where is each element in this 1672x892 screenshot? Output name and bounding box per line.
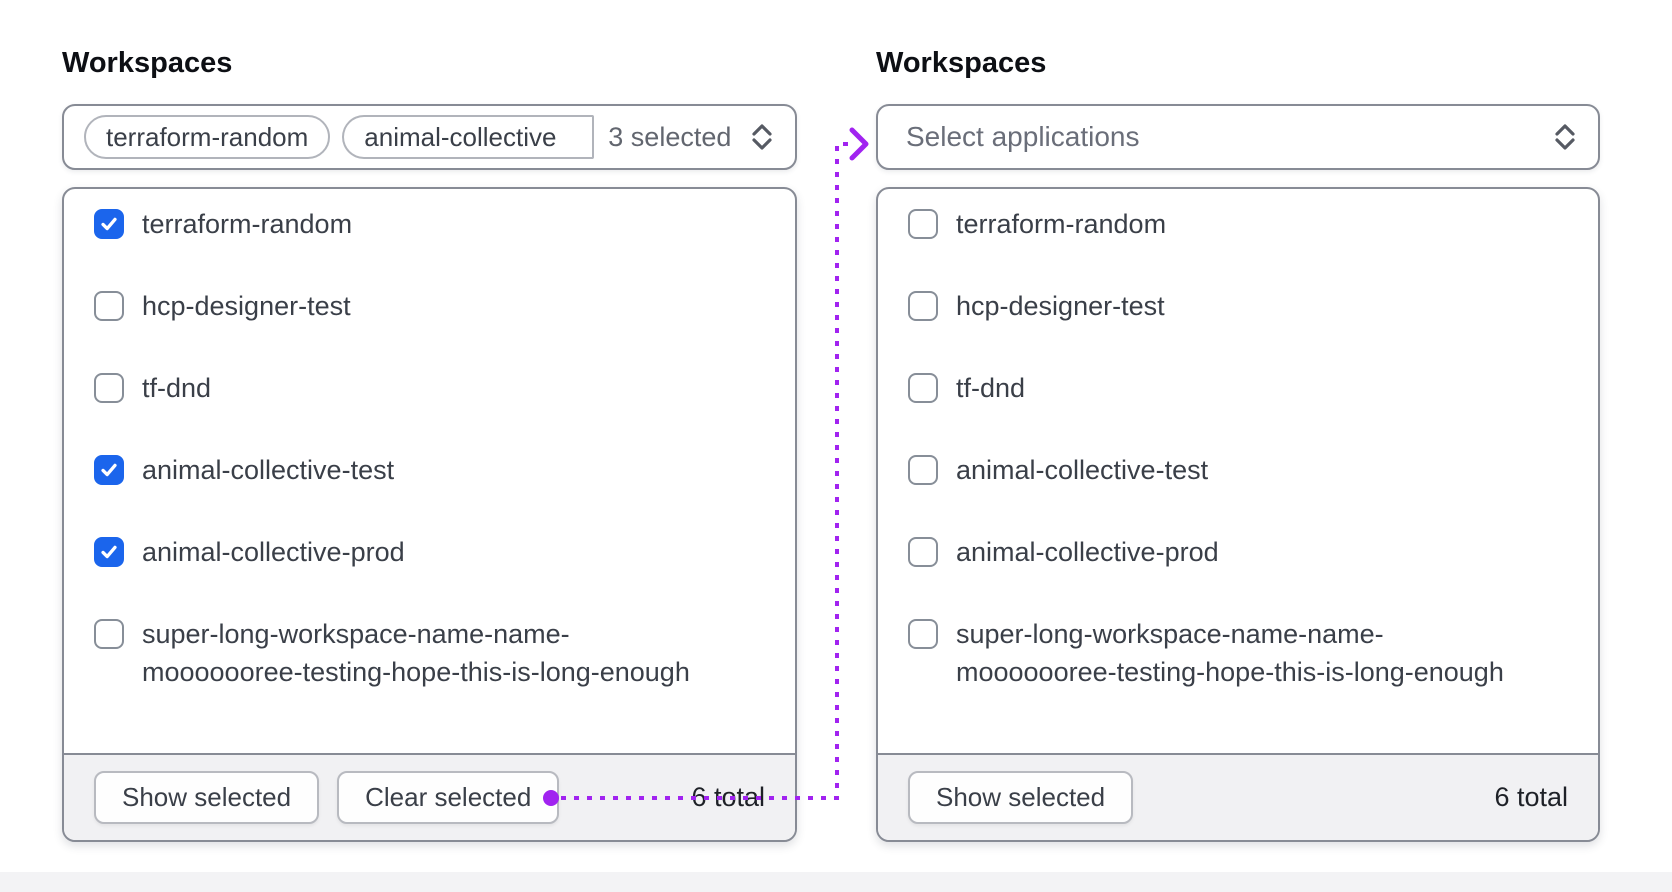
chevron-up-down-icon: [749, 121, 775, 153]
multiselect-trigger[interactable]: terraform-random animal-collective 3 sel…: [62, 104, 797, 170]
option-row[interactable]: hcp-designer-test: [94, 287, 765, 325]
selected-tag-truncated: animal-collective: [342, 115, 595, 159]
option-label: animal-collective-prod: [142, 537, 405, 567]
options-listbox: terraform-random hcp-designer-test tf-dn…: [876, 187, 1600, 842]
total-count-label: 6 total: [1494, 782, 1568, 812]
checkbox[interactable]: [94, 455, 124, 485]
option-label: super-long-workspace-name-name- moooooor…: [142, 615, 690, 691]
option-label: animal-collective-test: [956, 455, 1209, 485]
option-label: hcp-designer-test: [956, 291, 1165, 321]
checkbox[interactable]: [908, 209, 938, 239]
trigger-placeholder: Select applications: [906, 121, 1140, 152]
option-row[interactable]: terraform-random: [908, 205, 1568, 243]
checkmark-icon: [101, 463, 117, 477]
checkbox[interactable]: [94, 209, 124, 239]
checkbox[interactable]: [94, 291, 124, 321]
show-selected-button[interactable]: Show selected: [908, 771, 1134, 824]
page-bottom-strip: [0, 872, 1672, 892]
option-label: tf-dnd: [956, 373, 1026, 403]
option-label-line: mooooooree-testing-hope-this-is-long-eno…: [956, 657, 1504, 687]
checkbox[interactable]: [908, 537, 938, 567]
tag-label: terraform-random: [106, 121, 309, 152]
total-count-label: 6 total: [691, 782, 765, 812]
page-title: Workspaces: [876, 47, 1047, 79]
options-list: terraform-random hcp-designer-test tf-dn…: [878, 189, 1598, 753]
checkbox[interactable]: [94, 373, 124, 403]
checkbox[interactable]: [94, 619, 124, 649]
clear-selected-button[interactable]: Clear selected: [337, 771, 560, 824]
option-row[interactable]: animal-collective-test: [908, 451, 1568, 489]
options-listbox: terraform-random hcp-designer-test tf-dn…: [62, 187, 797, 842]
checkbox[interactable]: [908, 619, 938, 649]
checkbox[interactable]: [908, 291, 938, 321]
option-label: terraform-random: [142, 209, 353, 239]
show-selected-button[interactable]: Show selected: [94, 771, 320, 824]
checkbox[interactable]: [94, 537, 124, 567]
option-label-line: super-long-workspace-name-name-: [142, 619, 570, 649]
option-row[interactable]: tf-dnd: [94, 369, 765, 407]
selected-tag: terraform-random: [84, 115, 331, 159]
workspaces-multiselect-left: Workspaces terraform-random animal-colle…: [62, 46, 797, 842]
checkmark-icon: [101, 545, 117, 559]
option-row[interactable]: animal-collective-prod: [94, 533, 765, 571]
option-row[interactable]: super-long-workspace-name-name- moooooor…: [94, 615, 765, 691]
option-row[interactable]: super-long-workspace-name-name- moooooor…: [908, 615, 1568, 691]
options-list: terraform-random hcp-designer-test tf-dn…: [64, 189, 795, 753]
option-label: hcp-designer-test: [142, 291, 351, 321]
option-label: tf-dnd: [142, 373, 212, 403]
listbox-footer: Show selected Clear selected 6 total: [64, 753, 795, 840]
checkmark-icon: [101, 217, 117, 231]
option-row[interactable]: terraform-random: [94, 205, 765, 243]
option-row[interactable]: animal-collective-test: [94, 451, 765, 489]
option-label-line: mooooooree-testing-hope-this-is-long-eno…: [142, 657, 690, 687]
listbox-footer: Show selected 6 total: [878, 753, 1598, 840]
chevron-up-down-icon: [1552, 121, 1578, 153]
option-label: super-long-workspace-name-name- moooooor…: [956, 615, 1504, 691]
checkbox[interactable]: [908, 455, 938, 485]
connector-arrowhead: [849, 127, 869, 161]
selected-count-label: 3 selected: [608, 121, 732, 152]
option-label: terraform-random: [956, 209, 1167, 239]
tag-label: animal-collective: [364, 121, 557, 152]
option-row[interactable]: hcp-designer-test: [908, 287, 1568, 325]
option-row[interactable]: animal-collective-prod: [908, 533, 1568, 571]
checkbox[interactable]: [908, 373, 938, 403]
multiselect-trigger[interactable]: Select applications: [876, 104, 1600, 170]
option-label: animal-collective-test: [142, 455, 395, 485]
option-label-line: super-long-workspace-name-name-: [956, 619, 1384, 649]
option-row[interactable]: tf-dnd: [908, 369, 1568, 407]
workspaces-multiselect-right: Workspaces Select applications terraform…: [876, 46, 1600, 842]
option-label: animal-collective-prod: [956, 537, 1219, 567]
page-title: Workspaces: [62, 47, 233, 79]
